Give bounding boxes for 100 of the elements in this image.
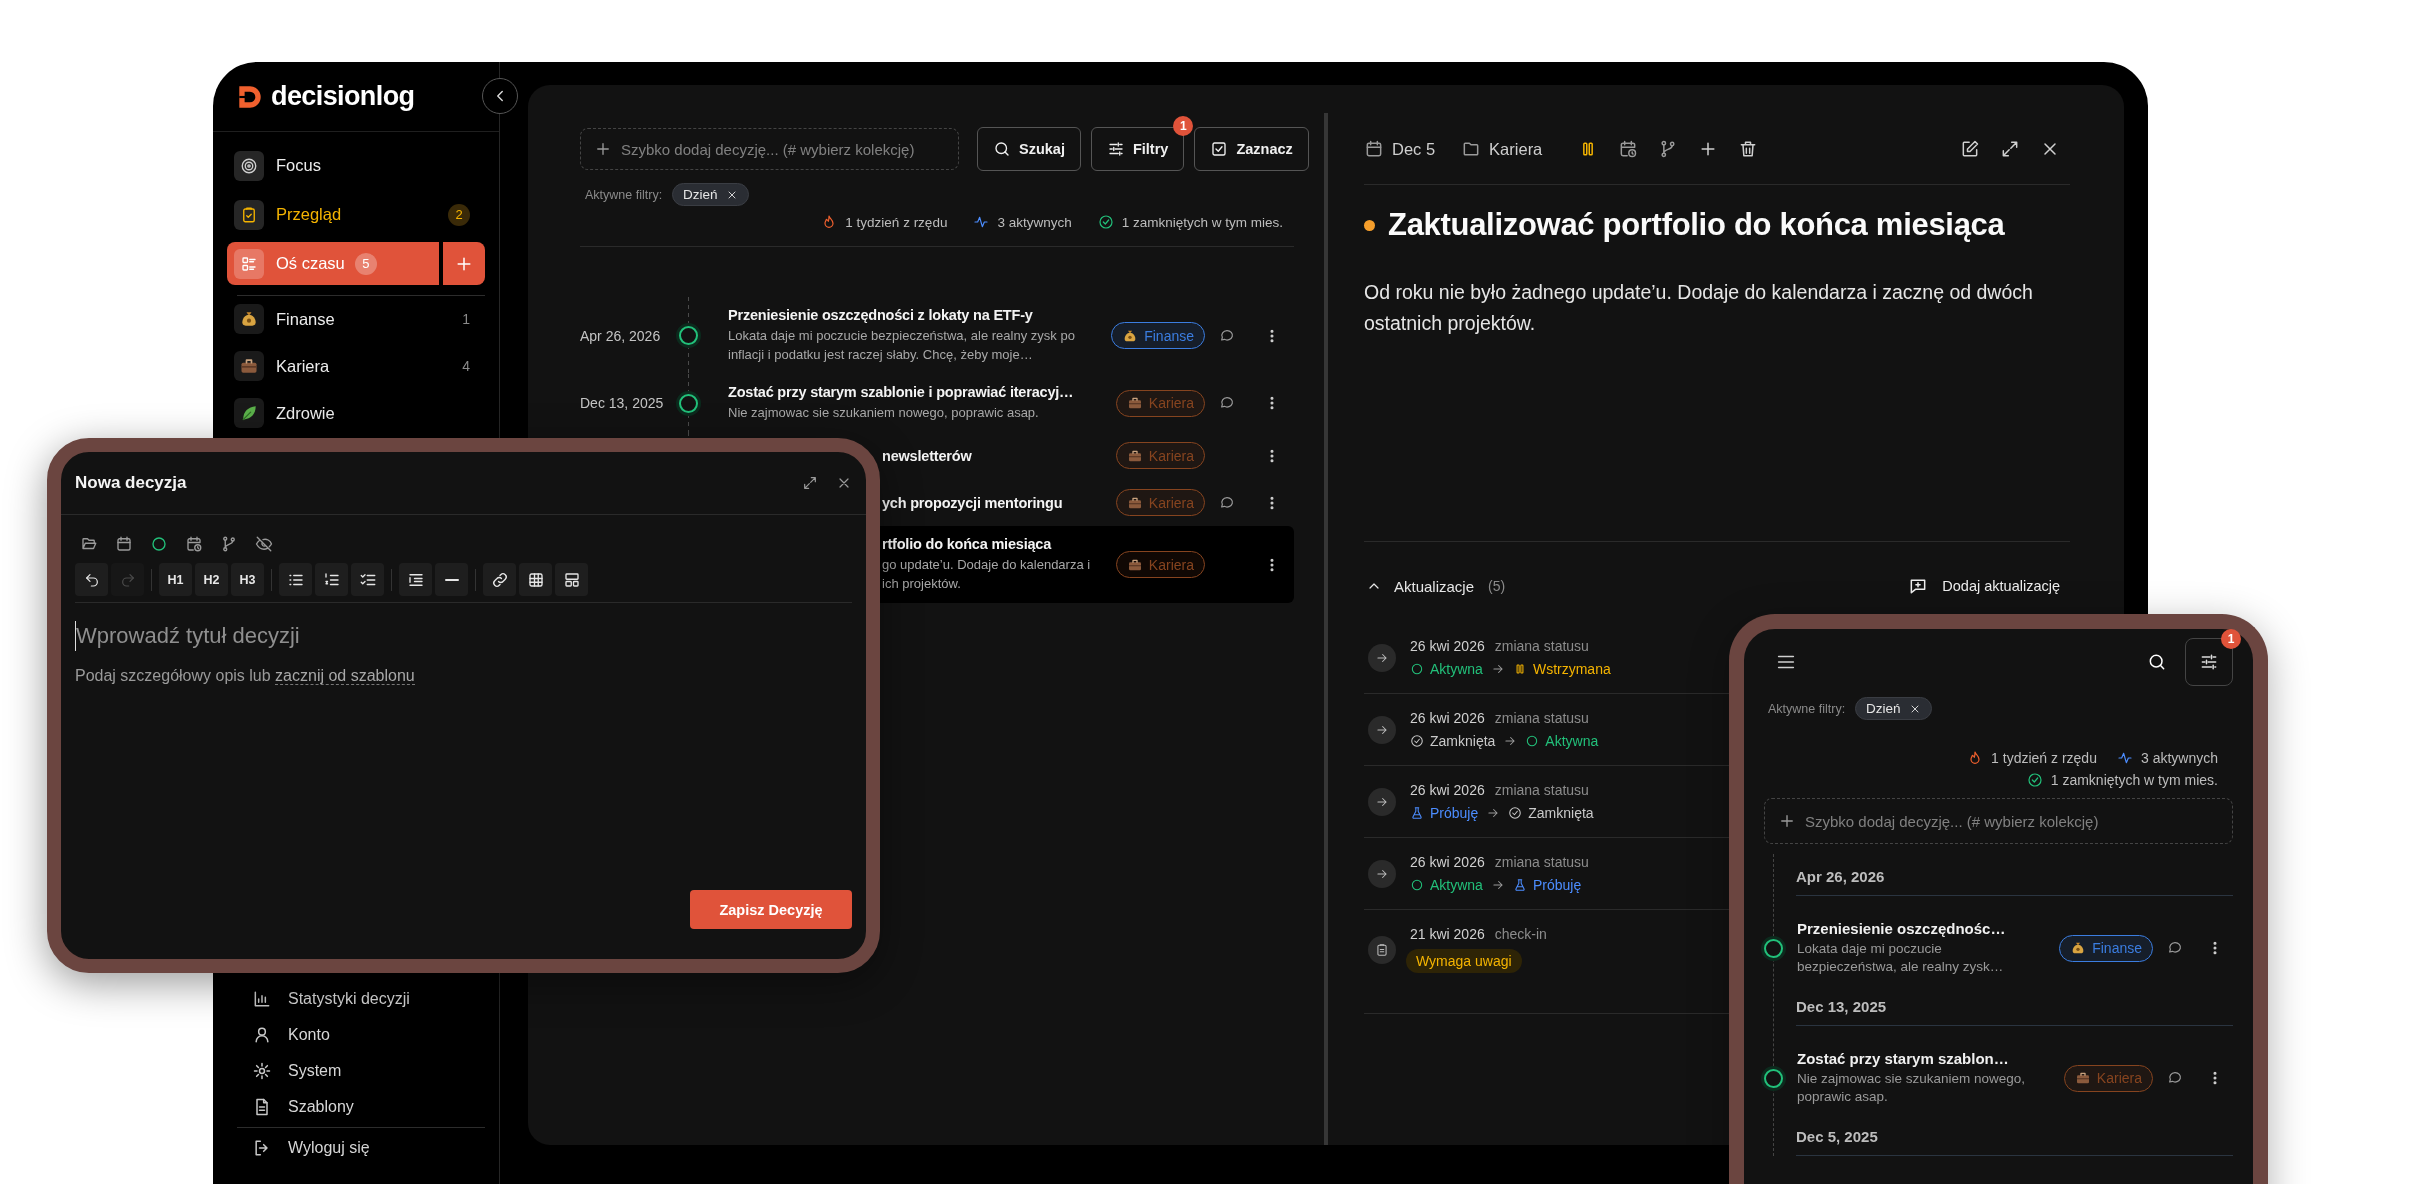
layout-icon — [562, 570, 581, 589]
decision-title: Zostać przy starym szablon… — [1797, 1050, 2010, 1067]
arrow-right-icon — [1503, 734, 1518, 748]
group-date: Dec 13, 2025 — [1796, 998, 1887, 1015]
toolbar-button[interactable]: Zaznacz — [1194, 127, 1309, 171]
update-type: check-in — [1494, 926, 1547, 942]
filter-chip[interactable]: Dzień — [1855, 697, 1932, 720]
item-count: 4 — [462, 358, 470, 374]
menu-item[interactable]: Statystyki decyzji — [213, 981, 499, 1017]
check-circle-icon — [1410, 734, 1424, 748]
decision-row[interactable]: Zostać przy starym szablon… Nie zajmowac sie szukaniem nowego, poprawic asap. Kariera — [1764, 1026, 2233, 1114]
circle-icon[interactable] — [150, 535, 168, 553]
checkbox-icon — [1210, 140, 1229, 158]
title-field[interactable]: Wprowadź tytuł decyzji — [75, 621, 853, 651]
comment-icon[interactable] — [2167, 940, 2183, 956]
decision-row[interactable]: Apr 26, 2026 Przeniesienie oszczędności z lokaty na ETF-y Lokata daje mi poczucie bezpieczeństwa, ale realny zysk po inflacji i podatku jest raczej słaby. Chcę, żeby moje… Finanse — [580, 297, 1294, 374]
heading-button[interactable]: H2 — [195, 563, 228, 596]
calendar-clock-icon[interactable] — [185, 535, 203, 553]
update-date: 26 kwi 2026 — [1410, 710, 1485, 726]
timeline-dot — [678, 393, 698, 413]
stat-text: 3 aktywnych — [2140, 750, 2218, 766]
decision-date[interactable]: Dec 5 — [1392, 139, 1436, 159]
format-button[interactable] — [315, 563, 348, 596]
sliders-icon — [2199, 652, 2219, 672]
decision-collection[interactable]: Kariera — [1489, 139, 1543, 159]
collection-tag[interactable]: Finanse — [1111, 322, 1205, 349]
template-link[interactable]: zacznij od szablonu — [275, 667, 415, 685]
updates-toggle[interactable]: Aktualizacje — [1364, 577, 1475, 595]
update-date: 26 kwi 2026 — [1410, 782, 1485, 798]
plus-icon — [594, 140, 612, 158]
row-date: Apr 26, 2026 — [580, 327, 661, 344]
timeline-dot — [1764, 1068, 1783, 1088]
search-icon[interactable] — [2147, 652, 2167, 672]
description-field[interactable]: Podaj szczegółowy opis lub zacznij od szablonu — [75, 667, 852, 685]
nav-item[interactable]: Oś czasu 5 — [227, 242, 439, 285]
table-icon — [526, 570, 545, 589]
collection-item[interactable]: Zdrowie — [227, 392, 485, 434]
status-dot — [1364, 219, 1375, 231]
expand-icon[interactable] — [802, 475, 818, 491]
status-label: Aktywna — [1410, 877, 1483, 893]
update-type: zmiana statusu — [1494, 782, 1589, 798]
menu-item[interactable]: Szablony — [213, 1089, 499, 1125]
status-label: Zamknięta — [1410, 733, 1496, 749]
horizontal-rule-icon — [444, 578, 459, 581]
update-type: zmiana statusu — [1494, 710, 1589, 726]
status-label: Zamknięta — [1508, 805, 1594, 821]
heading-button[interactable]: H1 — [159, 563, 192, 596]
format-button[interactable] — [435, 563, 468, 596]
logout-link[interactable]: Wyloguj się — [213, 1130, 499, 1166]
format-button[interactable] — [483, 563, 516, 596]
comment-icon[interactable] — [1219, 327, 1235, 344]
menu-item[interactable]: Konto — [213, 1017, 499, 1053]
collapse-button[interactable] — [482, 78, 518, 114]
heading-button[interactable]: H3 — [231, 563, 264, 596]
calendar-icon[interactable] — [115, 535, 133, 553]
save-button[interactable]: Zapisz Decyzję — [690, 890, 852, 929]
menu-item[interactable]: System — [213, 1053, 499, 1089]
timeline-dot — [678, 326, 698, 345]
format-button[interactable] — [519, 563, 552, 596]
edit-icon[interactable] — [1960, 139, 1980, 159]
add-update-button[interactable]: Dodaj aktualizację — [1908, 576, 2060, 596]
quick-add-field[interactable]: Szybko dodaj decyzję... (# wybierz kolekcję) — [580, 128, 959, 170]
eye-off-icon[interactable] — [255, 535, 273, 553]
collection-tag[interactable]: Finanse — [2059, 934, 2153, 962]
search-icon — [993, 140, 1011, 158]
format-button[interactable] — [555, 563, 588, 596]
sliders-icon — [1106, 140, 1125, 158]
app-logo: decisionlog — [271, 81, 415, 112]
add-button[interactable] — [443, 242, 485, 285]
decision-title: rtfolio do końca miesiąca — [882, 536, 1053, 552]
briefcase-icon — [1126, 395, 1143, 411]
comment-icon[interactable] — [2167, 1070, 2183, 1086]
comment-icon[interactable] — [1219, 494, 1235, 511]
collection-item[interactable]: Finanse 1 — [227, 298, 485, 340]
format-button[interactable] — [399, 563, 432, 596]
format-button[interactable] — [351, 563, 384, 596]
notification-badge: 1 — [2221, 629, 2241, 649]
nav-item[interactable]: Przegląd 2 — [227, 193, 485, 236]
quick-add-field[interactable]: Szybko dodaj decyzję... (# wybierz kolekcję) — [1764, 798, 2233, 844]
check-in-tag: Wymaga uwagi — [1406, 949, 1522, 973]
group-date: Apr 26, 2026 — [1796, 868, 1885, 885]
collection-item[interactable]: Kariera 4 — [227, 345, 485, 387]
decision-title: Zostać przy starym szablonie i poprawiać iteracyj… — [728, 384, 1075, 400]
format-button[interactable] — [279, 563, 312, 596]
item-count: 1 — [462, 311, 470, 327]
pulse-icon — [973, 214, 990, 230]
decision-row[interactable]: Dec 13, 2025 Zostać przy starym szablonie i poprawiać iteracyj… Nie zajmowac sie szukaniem nowego, poprawic asap. Kariera — [580, 374, 1294, 432]
calendar-clock-icon[interactable] — [1618, 139, 1639, 159]
circle-icon — [1410, 878, 1424, 892]
circle-icon — [1525, 734, 1540, 748]
filter-chip[interactable]: Dzień — [672, 183, 749, 206]
nav-item[interactable]: Focus — [227, 144, 485, 187]
branch-icon[interactable] — [220, 535, 238, 553]
decision-title: ych propozycji mentoringu — [882, 494, 1064, 511]
undo-button[interactable] — [75, 563, 108, 596]
decision-row[interactable]: Przeniesienie oszczędnośc… Lokata daje mi poczucie bezpieczeństwa, ale realny zysk… Finanse — [1764, 896, 2233, 984]
count-badge: 5 — [354, 252, 377, 275]
comment-icon[interactable] — [1219, 395, 1235, 411]
toolbar-button[interactable]: Szukaj — [977, 127, 1081, 171]
expand-icon[interactable] — [2000, 139, 2020, 159]
